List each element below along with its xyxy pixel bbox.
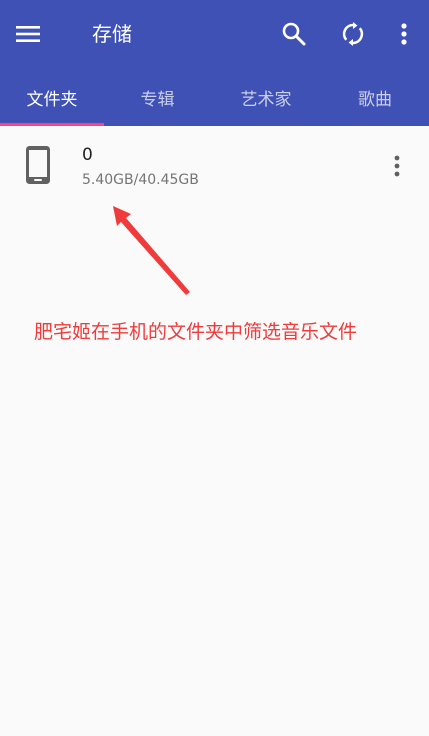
menu-icon — [16, 26, 40, 42]
storage-item-more-button[interactable] — [382, 150, 412, 182]
more-vert-icon — [394, 155, 400, 177]
search-button[interactable] — [276, 16, 312, 52]
tab-artists-label: 艺术家 — [240, 89, 292, 110]
tab-albums-label: 专辑 — [140, 89, 175, 110]
app-bar: 存储 文件夹 专辑 艺术家 歌曲 — [0, 0, 429, 126]
storage-list: 0 5.40GB/40.45GB — [0, 126, 429, 206]
phone-icon — [26, 146, 50, 184]
toolbar: 存储 — [0, 0, 429, 68]
tab-folders[interactable]: 文件夹 — [0, 68, 104, 126]
storage-name: 0 — [82, 145, 93, 165]
tab-songs-label: 歌曲 — [358, 89, 392, 110]
annotation-text: 肥宅姬在手机的文件夹中筛选音乐文件 — [34, 321, 358, 343]
storage-item[interactable]: 0 5.40GB/40.45GB — [0, 126, 429, 206]
tab-folders-label: 文件夹 — [26, 89, 78, 110]
annotation-arrow-icon — [113, 206, 190, 295]
sync-icon — [342, 22, 364, 46]
storage-usage: 5.40GB/40.45GB — [82, 172, 199, 188]
more-vert-icon — [401, 23, 407, 45]
more-options-button[interactable] — [386, 16, 422, 52]
search-icon — [282, 22, 306, 46]
tab-songs[interactable]: 歌曲 — [321, 68, 429, 126]
page-title: 存储 — [92, 22, 132, 46]
tab-bar: 文件夹 专辑 艺术家 歌曲 — [0, 68, 429, 126]
tab-albums[interactable]: 专辑 — [104, 68, 211, 126]
tab-artists[interactable]: 艺术家 — [211, 68, 321, 126]
menu-button[interactable] — [10, 16, 46, 52]
sync-button[interactable] — [335, 16, 371, 52]
